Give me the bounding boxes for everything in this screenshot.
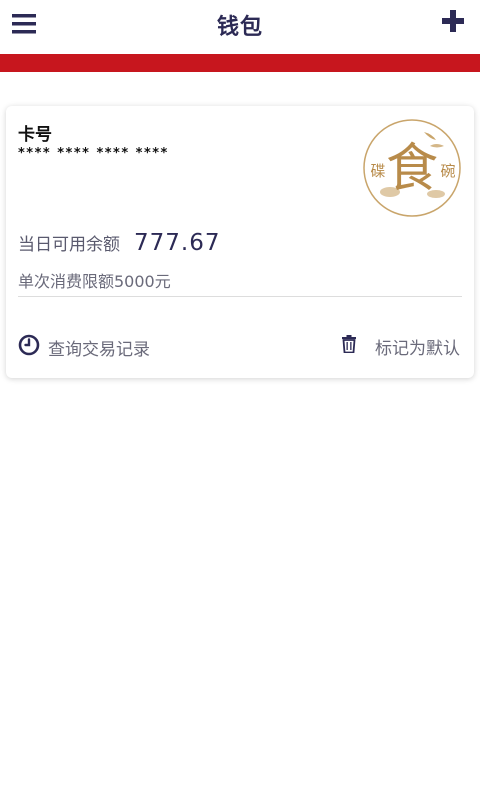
plus-icon	[442, 10, 464, 32]
merchant-logo: 食 碟 碗	[362, 118, 462, 218]
wallet-screen: 钱包 卡号 **** **** **** **** 食 碟 碗 当日可用余额 7…	[0, 0, 480, 800]
header-bar: 钱包	[0, 0, 480, 50]
trash-icon	[341, 335, 357, 358]
transaction-history-label: 查询交易记录	[48, 340, 150, 360]
transaction-history-button[interactable]: 查询交易记录	[18, 334, 150, 361]
spending-limit-text: 单次消费限额5000元	[18, 272, 171, 291]
logo-glyph: 食	[386, 139, 438, 199]
hamburger-menu-icon	[12, 14, 36, 34]
menu-button[interactable]	[12, 12, 36, 36]
mark-default-label: 标记为默认	[375, 339, 460, 359]
card-number-value: **** **** **** ****	[18, 146, 169, 161]
wallet-card[interactable]: 卡号 **** **** **** **** 食 碟 碗 当日可用余额 777.…	[6, 106, 474, 378]
balance-row: 当日可用余额 777.67	[18, 230, 220, 256]
card-number-label: 卡号	[18, 125, 52, 145]
logo-right-text: 碗	[440, 162, 455, 180]
red-banner	[0, 54, 480, 72]
page-title: 钱包	[216, 15, 263, 40]
add-card-button[interactable]	[442, 10, 464, 32]
clock-icon	[18, 334, 40, 361]
mark-default-button[interactable]: 标记为默认	[341, 334, 460, 359]
logo-left-text: 碟	[370, 162, 385, 180]
balance-value: 777.67	[134, 230, 221, 256]
logo-emblem: 食 碟 碗	[363, 119, 461, 217]
card-divider	[18, 296, 462, 297]
balance-label: 当日可用余额	[18, 235, 120, 255]
